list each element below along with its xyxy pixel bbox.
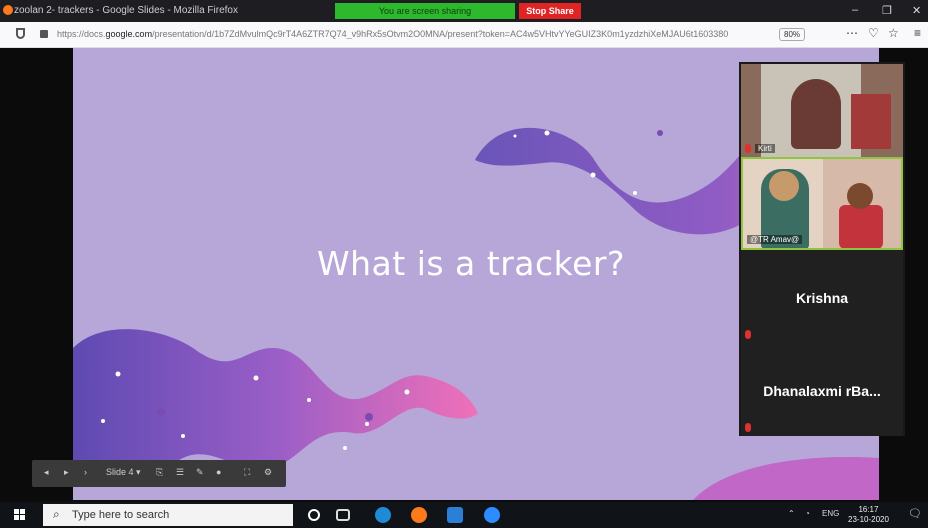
participant-tile[interactable]: Kirti bbox=[741, 64, 903, 157]
settings-gear-icon[interactable]: ⚙ bbox=[264, 467, 272, 478]
participant-tile-active[interactable]: @TR Amav@ bbox=[741, 157, 903, 250]
clock-time: 16:17 bbox=[858, 505, 879, 514]
window-title: zoolan 2- trackers - Google Slides - Moz… bbox=[14, 5, 238, 16]
muted-mic-icon bbox=[745, 330, 751, 339]
play-button[interactable]: ▸ bbox=[64, 467, 69, 478]
page-actions-icon[interactable]: ⋯ bbox=[846, 26, 858, 40]
windows-taskbar: ⌕ Type here to search ⌃ ◔ ENG 16:17 23-1… bbox=[0, 502, 928, 528]
wave-shape-bottom bbox=[73, 329, 478, 482]
participant-name: Krishna bbox=[795, 290, 849, 306]
minimize-button[interactable]: – bbox=[852, 4, 858, 16]
pointer-icon[interactable]: ✎ bbox=[196, 467, 204, 478]
network-icon[interactable]: ◔ bbox=[805, 509, 810, 518]
file-explorer-icon[interactable] bbox=[447, 507, 463, 523]
dropdown-icon[interactable]: ▾ bbox=[136, 467, 141, 478]
slide-select[interactable]: Slide 4 bbox=[106, 467, 134, 477]
participant-name: Dhanalaxmi rBa... bbox=[763, 383, 881, 399]
system-clock[interactable]: 16:17 23-10-2020 bbox=[848, 505, 889, 525]
participant-name: @TR Amav@ bbox=[747, 235, 803, 244]
notes-icon[interactable]: ☰ bbox=[176, 467, 184, 478]
participant-tile[interactable]: Krishna bbox=[741, 250, 903, 343]
search-placeholder: Type here to search bbox=[72, 509, 170, 521]
qa-icon[interactable]: ● bbox=[216, 467, 221, 477]
fullscreen-icon[interactable]: ⛶ bbox=[244, 467, 250, 478]
stop-share-button[interactable]: Stop Share bbox=[519, 3, 581, 19]
slide-controls-bar: ◂ ▸ › Slide 4 ▾ ⎘ ☰ ✎ ● ⛶ ⚙ bbox=[32, 460, 286, 487]
edge-browser-icon[interactable] bbox=[375, 507, 391, 523]
maximize-button[interactable]: ❐ bbox=[882, 4, 892, 17]
task-view-icon[interactable] bbox=[336, 509, 350, 521]
back-button[interactable]: ◂ bbox=[44, 467, 49, 478]
url-text[interactable]: https://docs.google.com/presentation/d/1… bbox=[57, 29, 767, 39]
participant-tile[interactable]: Dhanalaxmi rBa... bbox=[741, 343, 903, 436]
notification-icon[interactable]: 🗨 bbox=[908, 507, 922, 520]
screen-sharing-banner: You are screen sharing bbox=[335, 3, 515, 19]
muted-mic-icon bbox=[745, 144, 751, 153]
muted-mic-icon bbox=[745, 423, 751, 432]
firefox-icon bbox=[3, 5, 13, 15]
tray-chevron-icon[interactable]: ⌃ bbox=[788, 509, 795, 518]
menu-icon[interactable]: ≡ bbox=[914, 26, 921, 40]
tracking-shield-icon[interactable] bbox=[16, 28, 25, 39]
captions-icon[interactable]: ⎘ bbox=[156, 467, 163, 478]
url-prefix: https://docs. bbox=[57, 29, 106, 39]
language-indicator[interactable]: ENG bbox=[822, 509, 839, 518]
windows-start-icon[interactable] bbox=[14, 509, 26, 521]
lock-icon[interactable] bbox=[40, 30, 48, 38]
forward-button[interactable]: › bbox=[84, 467, 87, 477]
taskbar-search-box[interactable]: ⌕ Type here to search bbox=[43, 504, 293, 526]
close-button[interactable]: ✕ bbox=[912, 4, 921, 17]
zoom-level[interactable]: 80% bbox=[779, 28, 806, 41]
firefox-taskbar-icon[interactable] bbox=[411, 507, 427, 523]
bookmark-star-icon[interactable]: ☆ bbox=[888, 26, 899, 40]
zoom-app-icon[interactable] bbox=[484, 507, 500, 523]
clock-date: 23-10-2020 bbox=[848, 515, 889, 524]
wave-shape-corner bbox=[693, 457, 879, 500]
url-domain: google.com bbox=[105, 29, 153, 39]
participant-name: Kirti bbox=[755, 144, 775, 153]
pocket-icon[interactable]: ♡ bbox=[868, 26, 879, 40]
url-path: /presentation/d/1b7ZdMvulmQc9rT4A6ZTR7Q7… bbox=[152, 29, 729, 39]
address-bar[interactable]: https://docs.google.com/presentation/d/1… bbox=[0, 22, 928, 48]
browser-titlebar: zoolan 2- trackers - Google Slides - Moz… bbox=[0, 0, 928, 22]
search-icon: ⌕ bbox=[53, 507, 60, 521]
participants-panel: Kirti @TR Amav@ Krishna Dhanalaxmi rBa..… bbox=[739, 62, 905, 436]
cortana-icon[interactable] bbox=[308, 509, 320, 521]
